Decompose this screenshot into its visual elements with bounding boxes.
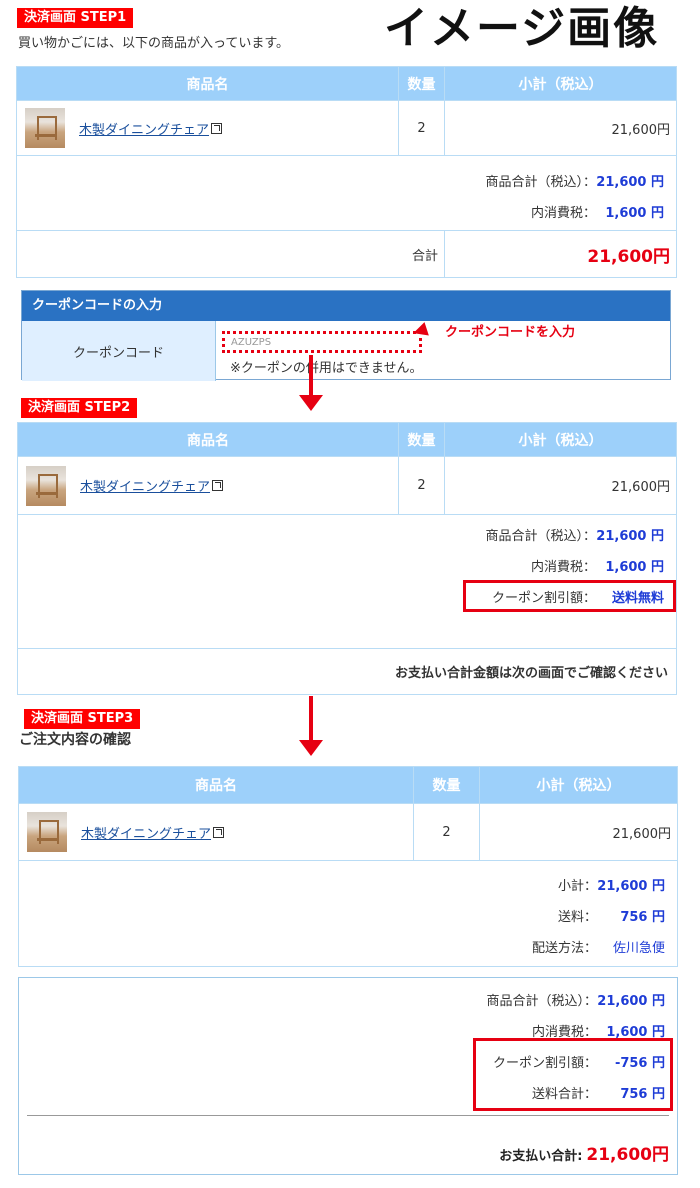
table-row: 木製ダイニングチェア 2 21,600円 <box>17 456 677 515</box>
qty-cell: 2 <box>413 803 480 861</box>
coupon-label: クーポンコード <box>22 321 216 381</box>
total-value: 21,600円 <box>444 230 677 278</box>
coupon-header: クーポンコードの入力 <box>22 291 670 321</box>
price-cell: 21,600円 <box>444 100 677 156</box>
down-arrow-icon <box>299 740 323 756</box>
totals-divider <box>27 1115 669 1116</box>
down-arrow-icon <box>299 395 323 411</box>
summary-value: 1,600 円 <box>605 206 664 221</box>
price-cell: 21,600円 <box>479 803 678 861</box>
external-link-icon <box>212 480 224 491</box>
grand-total-label: お支払い合計: <box>499 1149 583 1164</box>
product-cell: 木製ダイニングチェア <box>16 100 399 156</box>
summary-label: 内消費税： <box>530 206 596 221</box>
summary-cell: 商品合計（税込）： 21,600 円 内消費税： 1,600 円 <box>16 155 677 231</box>
summary-value: 21,600 円 <box>596 529 664 544</box>
step1-badge: 決済画面 STEP1 <box>17 8 134 28</box>
external-link-icon <box>213 826 225 838</box>
col-header-subtotal: 小計（税込） <box>444 66 677 101</box>
step3-cart-table: 商品名 数量 小計（税込） 木製ダイニングチェア 2 21,600円 小計： 21… <box>18 766 678 967</box>
step1-cart-table: 商品名 数量 小計（税込） 木製ダイニングチェア 2 21,600円 商品合計（… <box>16 66 677 278</box>
shipping-method-label: 配送方法： <box>531 941 597 956</box>
col-header-product: 商品名 <box>16 66 399 101</box>
step2-cart-table: 商品名 数量 小計（税込） 木製ダイニングチェア 2 21,600円 商品合計（… <box>17 422 677 695</box>
product-link[interactable]: 木製ダイニングチェア <box>79 119 209 138</box>
product-cell: 木製ダイニングチェア <box>18 803 414 861</box>
col-header-product: 商品名 <box>18 766 414 804</box>
summary-cell: 小計： 21,600 円 送料： 756 円 配送方法： 佐川急便 <box>18 860 678 967</box>
col-header-subtotal: 小計（税込） <box>479 766 678 804</box>
summary-label: 商品合計（税込）： <box>485 175 596 190</box>
qty-cell: 2 <box>398 100 445 156</box>
summary-value: 1,600 円 <box>605 560 664 575</box>
col-header-subtotal: 小計（税込） <box>444 422 677 457</box>
grand-total-value: 21,600円 <box>586 1145 669 1165</box>
product-thumbnail[interactable] <box>27 812 67 852</box>
product-thumbnail[interactable] <box>26 465 66 506</box>
col-header-qty: 数量 <box>398 422 445 457</box>
cart-intro-text: 買い物かごには、以下の商品が入っています。 <box>18 36 290 51</box>
shipping-method-value: 佐川急便 <box>612 941 665 956</box>
coupon-code-input[interactable] <box>222 331 422 353</box>
down-arrow-icon <box>309 696 313 740</box>
summary-value: 21,600 円 <box>597 879 665 894</box>
order-confirm-title: ご注文内容の確認 <box>19 732 131 748</box>
totals-value: 21,600 円 <box>597 994 665 1009</box>
step2-badge: 決済画面 STEP2 <box>21 398 138 418</box>
table-row: 木製ダイニングチェア 2 21,600円 <box>16 100 677 156</box>
step3-badge: 決済画面 STEP3 <box>24 709 141 729</box>
table-row: 木製ダイニングチェア 2 21,600円 <box>18 803 678 861</box>
coupon-discount-highlight <box>463 580 676 612</box>
col-header-qty: 数量 <box>413 766 480 804</box>
coupon-note: ※クーポンの併用はできません。 <box>230 361 423 376</box>
price-cell: 21,600円 <box>444 456 677 515</box>
grand-total: お支払い合計: 21,600円 <box>499 1140 669 1165</box>
product-thumbnail[interactable] <box>25 108 65 148</box>
coupon-shipping-highlight <box>473 1038 673 1111</box>
step2-footer-note: お支払い合計金額は次の画面でご確認ください <box>17 648 677 695</box>
summary-label: 小計： <box>557 879 597 894</box>
product-cell: 木製ダイニングチェア <box>17 456 399 515</box>
total-label: 合計 <box>16 230 445 278</box>
col-header-qty: 数量 <box>398 66 445 101</box>
summary-label: 送料： <box>557 910 597 925</box>
summary-label: 内消費税： <box>530 560 596 575</box>
coupon-annotation: クーポンコードを入力 <box>445 325 576 340</box>
qty-cell: 2 <box>398 456 445 515</box>
down-arrow-icon <box>309 355 313 395</box>
summary-value: 21,600 円 <box>596 175 664 190</box>
external-link-icon <box>211 122 223 134</box>
summary-value: 756 円 <box>620 910 665 925</box>
col-header-product: 商品名 <box>17 422 399 457</box>
image-title: イメージ画像 <box>384 3 660 54</box>
product-link[interactable]: 木製ダイニングチェア <box>80 476 210 495</box>
summary-label: 商品合計（税込）： <box>485 529 596 544</box>
totals-label: 商品合計（税込）： <box>486 994 597 1009</box>
product-link[interactable]: 木製ダイニングチェア <box>81 823 211 842</box>
